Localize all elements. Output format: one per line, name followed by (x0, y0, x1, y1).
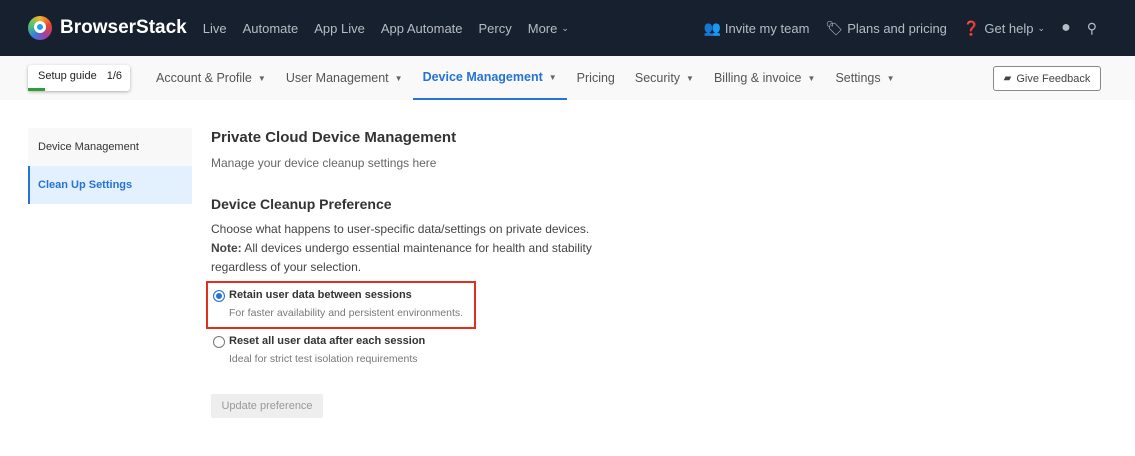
option-description: Ideal for strict test isolation requirem… (229, 353, 418, 365)
feedback-label: Give Feedback (1016, 72, 1091, 85)
setup-progress-bar (28, 88, 46, 91)
section-title: Device Cleanup Preference (211, 196, 392, 212)
tab-user-management[interactable]: User Management ▼ (276, 56, 413, 100)
sidebar-item-clean-up-settings[interactable]: Clean Up Settings (28, 166, 192, 204)
radio-reset-data[interactable]: Reset all user data after each session Id… (211, 335, 611, 365)
give-feedback-button[interactable]: ▰ Give Feedback (993, 66, 1101, 91)
tab-pricing[interactable]: Pricing (567, 56, 625, 100)
note-label: Note: (211, 241, 242, 255)
tab-device-management[interactable]: Device Management ▼ (412, 56, 567, 100)
note-text: All devices undergo essential maintenanc… (211, 241, 592, 274)
chevron-down-icon: ⌄ (561, 22, 569, 33)
nav-app-live[interactable]: App Live (314, 21, 365, 36)
help-icon: ❓ (962, 19, 981, 36)
section-description: Choose what happens to user-specific dat… (211, 220, 611, 277)
setup-count: 1/6 (106, 70, 122, 82)
invite-label: Invite my team (724, 20, 810, 36)
page-title: Private Cloud Device Management (211, 129, 457, 146)
radio-unselected-icon[interactable] (213, 336, 225, 348)
caret-down-icon: ▼ (548, 72, 557, 82)
radio-selected-icon[interactable] (213, 290, 225, 302)
help-label: Get help (984, 20, 1034, 36)
tab-label: Device Management (422, 70, 543, 84)
body-text: Choose what happens to user-specific dat… (211, 222, 590, 236)
top-bar: BrowserStack Live Automate App Live App … (0, 0, 1135, 56)
update-preference-button[interactable]: Update preference (211, 394, 323, 418)
nav-percy[interactable]: Percy (479, 21, 512, 36)
tab-label: Settings (835, 71, 881, 85)
add-user-icon: 👥 (703, 19, 721, 36)
option-label: Reset all user data after each session (229, 335, 426, 347)
chevron-down-icon: ⌄ (1037, 22, 1046, 33)
radio-retain-data[interactable]: Retain user data between sessions For fas… (211, 289, 611, 319)
tab-label: Account & Profile (156, 71, 252, 85)
nav-more[interactable]: More ⌄ (528, 21, 569, 36)
browserstack-logo-icon (28, 16, 52, 40)
search-button[interactable]: ⚲ (1087, 20, 1097, 37)
tab-billing[interactable]: Billing & invoice ▼ (704, 56, 825, 100)
feedback-icon: ▰ (1003, 73, 1012, 84)
nav-live[interactable]: Live (203, 21, 227, 36)
sidebar: Device Management Clean Up Settings (28, 128, 192, 204)
sidebar-item-device-management[interactable]: Device Management (28, 128, 192, 166)
caret-down-icon: ▼ (686, 73, 694, 83)
nav-app-automate[interactable]: App Automate (381, 21, 463, 36)
caret-down-icon: ▼ (807, 73, 816, 83)
page-subtitle: Manage your device cleanup settings here (211, 156, 437, 170)
tab-label: Pricing (576, 71, 615, 85)
tab-settings[interactable]: Settings ▼ (825, 56, 904, 100)
logo[interactable]: BrowserStack (28, 16, 195, 40)
tab-label: Security (634, 71, 681, 85)
sub-nav: Setup guide 1/6 Account & Profile ▼ User M… (0, 56, 1135, 100)
caret-down-icon: ▼ (886, 73, 895, 83)
setup-guide-button[interactable]: Setup guide 1/6 (28, 65, 130, 91)
nav-more-label: More (527, 20, 558, 36)
nav-automate[interactable]: Automate (243, 21, 299, 36)
caret-down-icon: ▼ (257, 73, 266, 83)
get-help-menu[interactable]: ❓ Get help ⌄ (963, 20, 1045, 37)
plans-label: Plans and pricing (847, 20, 947, 36)
tab-security[interactable]: Security ▼ (625, 56, 704, 100)
option-description: For faster availability and persistent e… (229, 307, 464, 319)
caret-down-icon: ▼ (394, 73, 403, 83)
tab-label: Billing & invoice (713, 71, 802, 85)
tab-label: User Management (285, 71, 389, 85)
tab-account-profile[interactable]: Account & Profile ▼ (146, 56, 276, 100)
account-button[interactable]: ● (1061, 19, 1071, 37)
invite-team-link[interactable]: 👥 Invite my team (703, 20, 809, 37)
plans-pricing-link[interactable]: 🏷 Plans and pricing (825, 20, 947, 37)
setup-label: Setup guide (38, 70, 97, 82)
option-label: Retain user data between sessions (229, 289, 412, 301)
search-icon: ⚲ (1086, 19, 1097, 36)
user-icon: ● (1061, 19, 1071, 36)
main-content: Private Cloud Device Management Manage y… (206, 129, 611, 418)
tag-icon: 🏷 (825, 19, 844, 36)
